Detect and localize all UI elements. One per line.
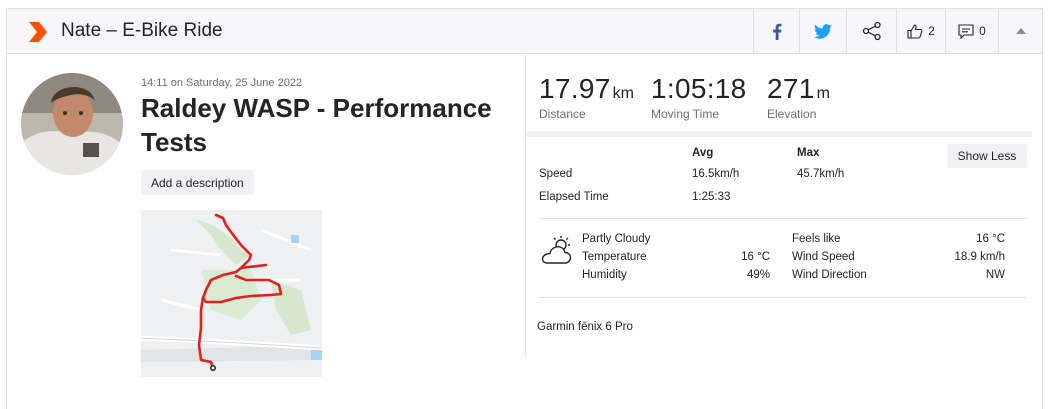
max-column-header: Max	[797, 147, 820, 159]
divider	[539, 297, 1027, 298]
distance-unit: km	[612, 85, 634, 102]
wind-speed-label: Wind Speed	[792, 251, 855, 263]
temperature-value: 16 °C	[741, 251, 770, 263]
elapsed-time-label: Elapsed Time	[539, 191, 609, 203]
weather-condition: Partly Cloudy	[582, 233, 651, 245]
facebook-share-button[interactable]	[753, 9, 799, 53]
collapse-button[interactable]	[998, 9, 1042, 53]
feels-like-value: 16 °C	[976, 233, 1005, 245]
route-map-image	[141, 210, 322, 377]
show-less-button[interactable]: Show Less	[947, 144, 1027, 168]
avg-column-header: Avg	[692, 147, 714, 159]
distance-label: Distance	[539, 107, 586, 121]
speed-label: Speed	[539, 168, 573, 180]
header-title: Nate – E-Bike Ride	[61, 20, 223, 41]
device-name: Garmin fēnix 6 Pro	[537, 321, 633, 333]
route-map[interactable]	[141, 210, 322, 377]
activity-header: Nate – E-Bike Ride 2 0	[7, 9, 1042, 54]
kudos-button[interactable]: 2	[896, 9, 945, 53]
comment-count: 0	[979, 24, 986, 38]
elapsed-time-value: 1:25:33	[692, 191, 731, 203]
sport-chevron-icon	[29, 22, 47, 42]
add-description-button[interactable]: Add a description	[141, 170, 254, 195]
share-button[interactable]	[846, 9, 896, 53]
kudos-count: 2	[928, 24, 935, 38]
caret-up-icon	[1015, 28, 1026, 34]
twitter-icon	[814, 23, 832, 39]
stat-distance: 17.97 km	[539, 73, 634, 105]
humidity-value: 49%	[746, 269, 770, 281]
twitter-share-button[interactable]	[799, 9, 846, 53]
activity-timestamp: 14:11 on Saturday, 25 June 2022	[141, 77, 303, 89]
comment-icon	[958, 23, 974, 39]
humidity-label: Humidity	[582, 269, 627, 281]
elevation-value: 271	[767, 73, 815, 104]
feels-like-label: Feels like	[792, 233, 841, 245]
stat-moving-time: 1:05:18	[651, 73, 747, 105]
share-icon	[862, 21, 881, 41]
partly-cloudy-icon	[541, 236, 572, 264]
column-divider	[525, 55, 526, 357]
activity-card: Nate – E-Bike Ride 2 0 14:11 on Saturday…	[6, 8, 1043, 409]
speed-avg: 16.5km/h	[692, 168, 740, 180]
activity-name: Raldey WASP - Performance Tests	[141, 93, 492, 157]
wind-speed-value: 18.9 km/h	[954, 251, 1006, 263]
comment-button[interactable]: 0	[945, 9, 998, 53]
stat-elevation: 271 m	[767, 73, 830, 105]
temperature-label: Temperature	[582, 251, 647, 263]
divider	[539, 218, 1027, 219]
avatar-photo	[21, 73, 123, 175]
distance-value: 17.97	[539, 73, 611, 104]
speed-max: 45.7km/h	[797, 168, 845, 180]
avatar[interactable]	[21, 73, 123, 175]
moving-time-label: Moving Time	[651, 107, 720, 121]
thumbs-up-icon	[907, 23, 923, 39]
moving-time-value: 1:05:18	[651, 73, 747, 104]
wind-direction-label: Wind Direction	[792, 269, 867, 281]
facebook-icon	[772, 23, 781, 40]
elevation-label: Elevation	[767, 107, 817, 121]
elevation-unit: m	[816, 85, 830, 102]
stats-divider	[526, 131, 1032, 137]
wind-direction-value: NW	[985, 269, 1005, 281]
